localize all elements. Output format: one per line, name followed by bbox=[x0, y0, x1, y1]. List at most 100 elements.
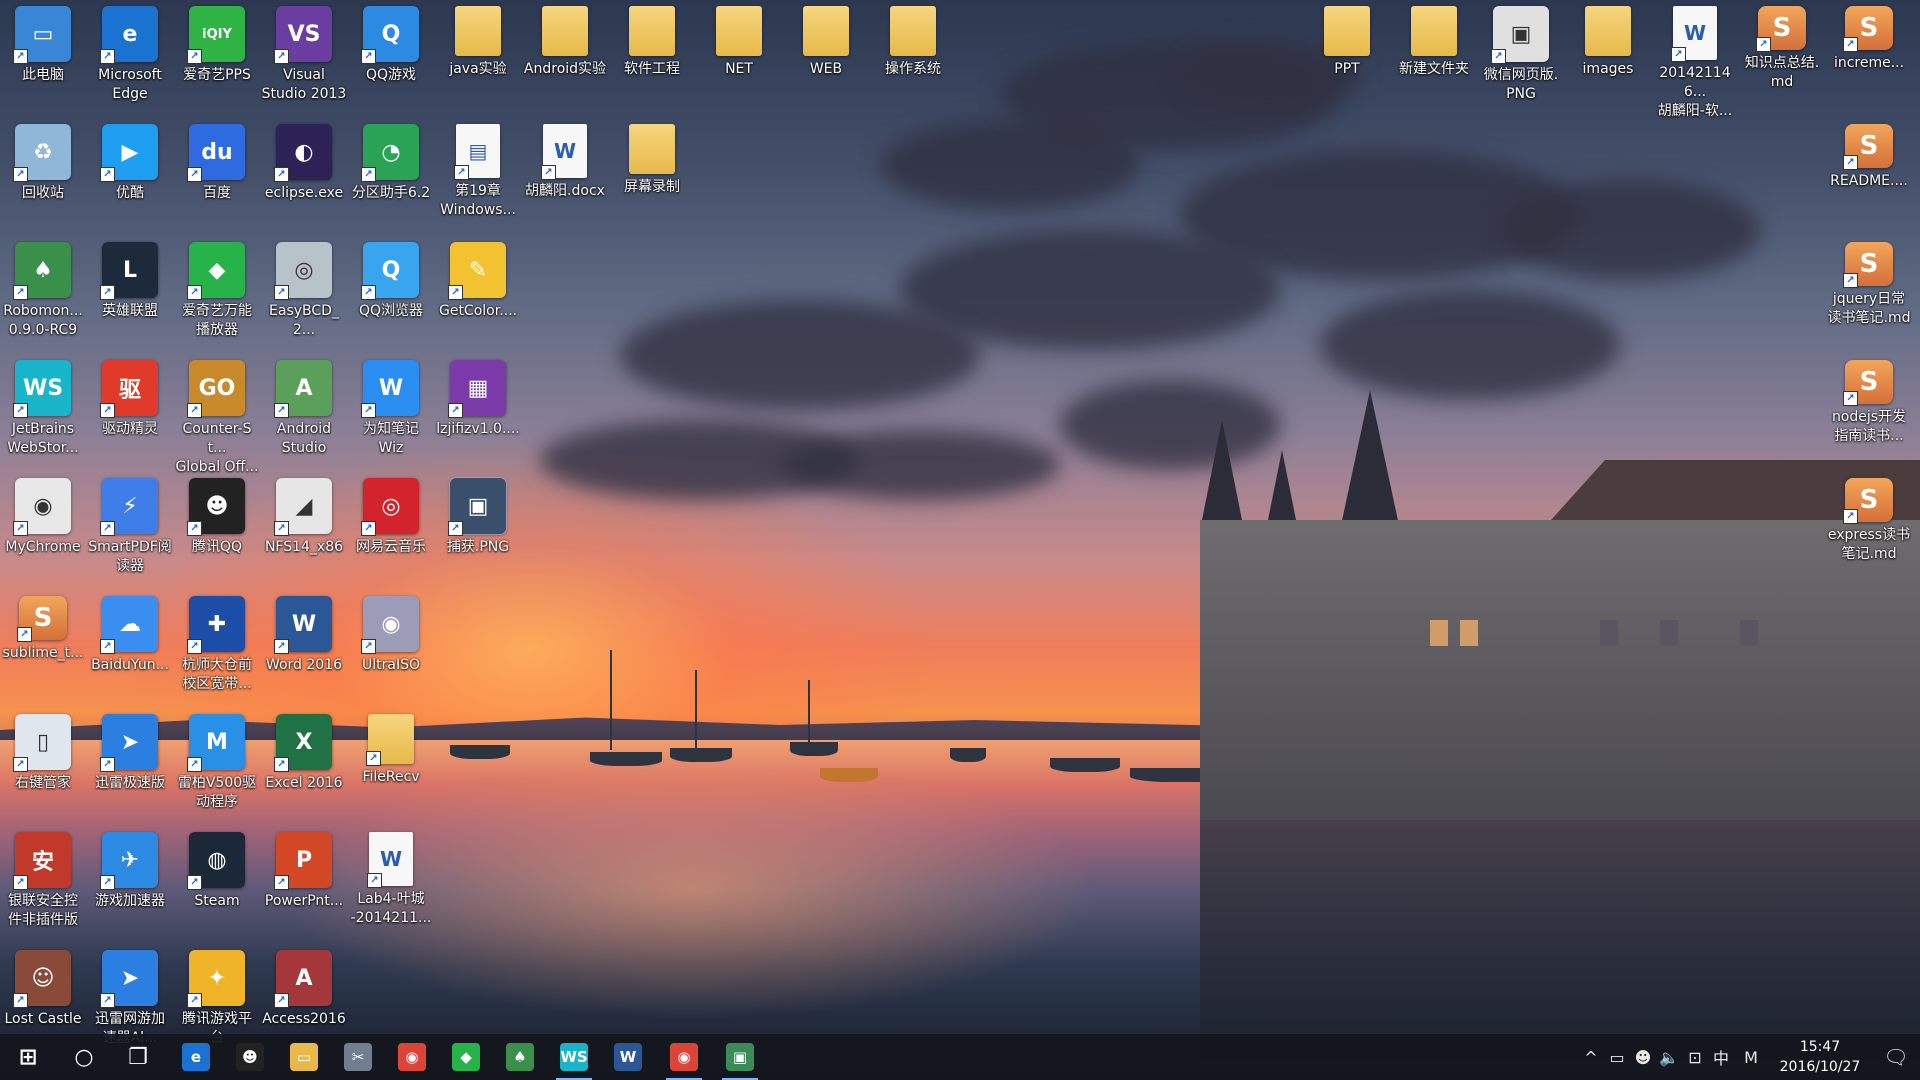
desktop-icon[interactable]: ♻ ↗ 回收站 bbox=[0, 124, 86, 203]
battery-icon[interactable]: ▭ bbox=[1604, 1034, 1630, 1080]
desktop-icon[interactable]: ◉ ↗ MyChrome bbox=[0, 478, 86, 557]
taskbar-button[interactable]: ⊞ bbox=[2, 1034, 54, 1080]
desktop-icon[interactable]: ◎ ↗ EasyBCD_2... bbox=[261, 242, 347, 340]
desktop-icon[interactable]: P ↗ PowerPnt... bbox=[261, 832, 347, 911]
desktop-icon[interactable]: ▦ ↗ lzjifizv1.0.... bbox=[435, 360, 521, 439]
desktop-icon[interactable]: S ↗ increme... bbox=[1826, 6, 1912, 73]
desktop-icon[interactable]: e ↗ Microsoft Edge bbox=[87, 6, 173, 104]
network-icon[interactable]: ⊡ bbox=[1682, 1034, 1708, 1080]
desktop-icon[interactable]: VS ↗ Visual Studio 2013 bbox=[261, 6, 347, 104]
taskbar-button[interactable]: ▭ bbox=[278, 1034, 330, 1080]
taskbar-button[interactable]: WS bbox=[548, 1034, 600, 1080]
action-center-button[interactable]: 🗨 bbox=[1872, 1034, 1920, 1080]
taskbar-button[interactable]: ♠ bbox=[494, 1034, 546, 1080]
desktop-icon[interactable]: ▤ ↗ 第19章 Windows... bbox=[435, 124, 521, 220]
desktop-icon[interactable]: S ↗ sublime_t... bbox=[0, 596, 86, 663]
taskbar-button[interactable]: e bbox=[170, 1034, 222, 1080]
desktop-icon[interactable]: ▯ ↗ 右键管家 bbox=[0, 714, 86, 793]
desktop-icon[interactable]: ◢ ↗ NFS14_x86 bbox=[261, 478, 347, 557]
desktop-icon[interactable]: GO ↗ Counter-St... Global Off... bbox=[174, 360, 260, 477]
taskbar-button[interactable]: ◆ bbox=[440, 1034, 492, 1080]
desktop-icon[interactable]: ◎ ↗ 网易云音乐 bbox=[348, 478, 434, 557]
taskbar-button[interactable]: ◉ bbox=[658, 1034, 710, 1080]
desktop-icon-label: Lab4-叶城 -2014211... bbox=[350, 891, 432, 926]
desktop-icon[interactable]: 驱 ↗ 驱动精灵 bbox=[87, 360, 173, 439]
desktop-icon[interactable]: ✚ ↗ 杭师大仓前 校区宽带... bbox=[174, 596, 260, 694]
taskbar-button[interactable]: ❐ bbox=[112, 1034, 164, 1080]
desktop-icon[interactable]: 新建文件夹 bbox=[1391, 6, 1477, 79]
taskbar-button[interactable]: W bbox=[602, 1034, 654, 1080]
volume-icon[interactable]: 🔈 bbox=[1656, 1034, 1682, 1080]
desktop-icon[interactable]: ◉ ↗ UltraISO bbox=[348, 596, 434, 675]
desktop-icon[interactable]: A ↗ Access2016 bbox=[261, 950, 347, 1029]
shortcut-arrow-icon: ↗ bbox=[187, 521, 202, 536]
qq-tray-icon[interactable]: ☻ bbox=[1630, 1034, 1656, 1080]
desktop-icon[interactable]: 安 ↗ 银联安全控 件非插件版 bbox=[0, 832, 86, 930]
desktop-icon[interactable]: S ↗ 知识点总结. md bbox=[1739, 6, 1825, 92]
desktop-icon[interactable]: ☁ ↗ BaiduYun... bbox=[87, 596, 173, 675]
desktop-icon[interactable]: ✎ ↗ GetColor.... bbox=[435, 242, 521, 321]
shortcut-arrow-icon: ↗ bbox=[13, 521, 28, 536]
desktop-icon[interactable]: ▣ ↗ 捕获.PNG bbox=[435, 477, 521, 557]
taskbar-button[interactable]: ◉ bbox=[386, 1034, 438, 1080]
desktop-icon[interactable]: W ↗ 为知笔记 Wiz bbox=[348, 360, 434, 458]
desktop-icon[interactable]: W ↗ 201421146... 胡麟阳-软... bbox=[1652, 6, 1738, 121]
desktop-icon[interactable]: iQIY ↗ 爱奇艺PPS bbox=[174, 6, 260, 85]
desktop-icon[interactable]: S ↗ jquery日常 读书笔记.md bbox=[1826, 242, 1912, 328]
desktop-icon[interactable]: ♠ ↗ Robomon... 0.9.0-RC9 bbox=[0, 242, 86, 340]
desktop-icon[interactable]: WEB bbox=[783, 6, 869, 79]
show-hidden-icons-chevron-icon[interactable]: ^ bbox=[1578, 1034, 1604, 1080]
desktop-icon[interactable]: ▶ ↗ 优酷 bbox=[87, 124, 173, 203]
shortcut-arrow-icon: ↗ bbox=[361, 521, 376, 536]
desktop-icon[interactable]: ◐ ↗ eclipse.exe bbox=[261, 124, 347, 203]
desktop-icon[interactable]: ▣ ↗ 微信网页版. PNG bbox=[1478, 6, 1564, 104]
desktop-icon[interactable]: Android实验 bbox=[522, 6, 608, 79]
desktop-icon[interactable]: W ↗ Word 2016 bbox=[261, 596, 347, 675]
desktop-icon[interactable]: S ↗ nodejs开发 指南读书... bbox=[1826, 360, 1912, 446]
desktop-icon[interactable]: A ↗ Android Studio bbox=[261, 360, 347, 458]
desktop-icon[interactable]: L ↗ 英雄联盟 bbox=[87, 242, 173, 321]
desktop-icon[interactable]: W ↗ Lab4-叶城 -2014211... bbox=[348, 832, 434, 928]
desktop-icon[interactable]: X ↗ Excel 2016 bbox=[261, 714, 347, 793]
getcolor-icon: ✎ ↗ bbox=[448, 242, 506, 300]
mail-tray-icon[interactable]: M bbox=[1738, 1034, 1764, 1080]
desktop-icon[interactable]: Q ↗ QQ浏览器 bbox=[348, 242, 434, 321]
taskbar-clock[interactable]: 15:47 2016/10/27 bbox=[1772, 1037, 1868, 1077]
desktop-icon[interactable]: ➤ ↗ 迅雷极速版 bbox=[87, 714, 173, 793]
desktop-icon[interactable]: 屏幕录制 bbox=[609, 124, 695, 197]
desktop-icon-label: Microsoft Edge bbox=[98, 67, 162, 102]
taskbar-button[interactable]: ✂ bbox=[332, 1034, 384, 1080]
desktop-icon[interactable]: images bbox=[1565, 6, 1651, 79]
desktop-icon[interactable]: S ↗ express读书 笔记.md bbox=[1826, 478, 1912, 564]
desktop-icon[interactable]: M ↗ 雷柏V500驱 动程序 bbox=[174, 714, 260, 812]
folder-icon bbox=[803, 6, 849, 56]
desktop-icon[interactable]: ⚡ ↗ SmartPDF阅 读器 bbox=[87, 478, 173, 576]
desktop-icon[interactable]: 操作系统 bbox=[870, 6, 956, 79]
taskbar-button[interactable]: ▣ bbox=[714, 1034, 766, 1080]
desktop-icon[interactable]: NET bbox=[696, 6, 782, 79]
desktop-icon[interactable]: Q ↗ QQ游戏 bbox=[348, 6, 434, 85]
taskbar-button[interactable]: ○ bbox=[58, 1034, 110, 1080]
desktop-icon[interactable]: ◍ ↗ Steam bbox=[174, 832, 260, 911]
input-method-icon[interactable]: 中 bbox=[1708, 1034, 1734, 1080]
desktop-icon[interactable]: S ↗ README.... bbox=[1826, 124, 1912, 191]
shortcut-arrow-icon: ↗ bbox=[361, 167, 376, 182]
desktop-icon[interactable]: ◔ ↗ 分区助手6.2 bbox=[348, 124, 434, 203]
folder-icon bbox=[629, 6, 675, 56]
desktop-icon[interactable]: java实验 bbox=[435, 6, 521, 79]
desktop-icon[interactable]: ◆ ↗ 爱奇艺万能 播放器 bbox=[174, 242, 260, 340]
visual-studio-icon: VS ↗ bbox=[274, 6, 332, 64]
desktop-icon[interactable]: ☺ ↗ Lost Castle bbox=[0, 950, 86, 1029]
desktop-icon[interactable]: du ↗ 百度 bbox=[174, 124, 260, 203]
desktop-icon[interactable]: PPT bbox=[1304, 6, 1390, 79]
desktop-icon[interactable]: 软件工程 bbox=[609, 6, 695, 79]
desktop-icon[interactable]: W ↗ 胡麟阳.docx bbox=[522, 124, 608, 201]
taskbar-button[interactable]: ☻ bbox=[224, 1034, 276, 1080]
desktop-icon[interactable]: ▭ ↗ 此电脑 bbox=[0, 6, 86, 85]
desktop-icon[interactable]: ☻ ↗ 腾讯QQ bbox=[174, 478, 260, 557]
desktop-icon[interactable]: ✈ ↗ 游戏加速器 bbox=[87, 832, 173, 911]
desktop-icon[interactable]: WS ↗ JetBrains WebStor... bbox=[0, 360, 86, 458]
shortcut-arrow-icon: ↗ bbox=[187, 993, 202, 1008]
folder-icon bbox=[455, 6, 501, 56]
desktop-icon[interactable]: ↗ FileRecv bbox=[348, 714, 434, 787]
